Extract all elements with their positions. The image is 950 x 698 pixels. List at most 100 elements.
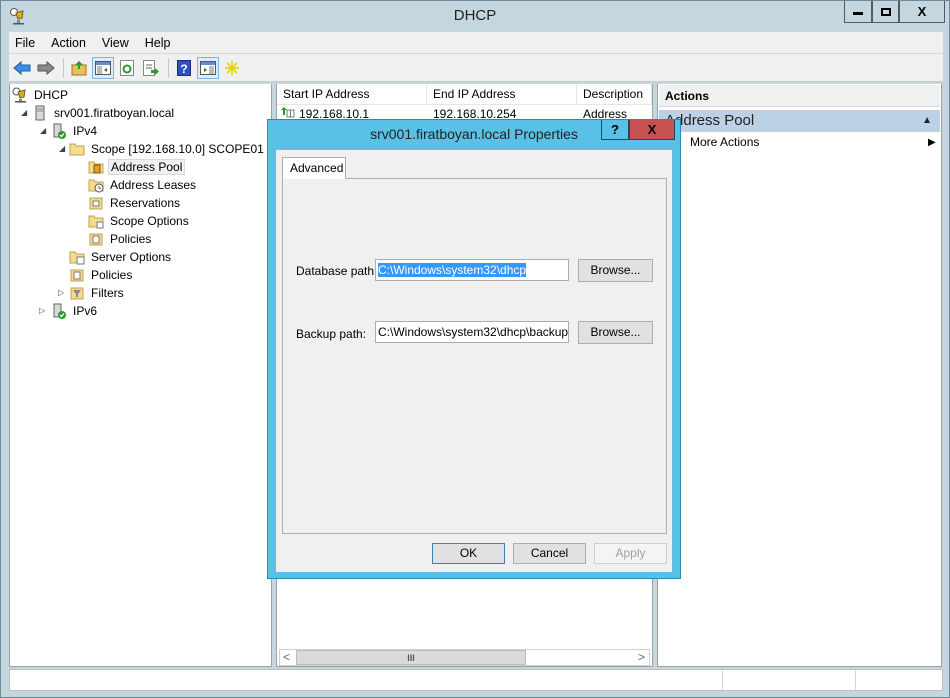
column-header-description[interactable]: Description (577, 84, 652, 105)
actions-pane: Actions Address Pool ▲ More Actions ▶ (657, 84, 942, 667)
maximize-button[interactable] (872, 1, 899, 23)
backup-path-value: C:\Windows\system32\dhcp\backup (378, 325, 569, 339)
tree-node-server-policies[interactable]: Policies (69, 266, 134, 283)
new-button[interactable] (221, 57, 243, 79)
tree-node-address-leases[interactable]: Address Leases (88, 176, 198, 193)
tree-label: Filters (91, 285, 124, 300)
scrollbar-grip-icon: III (407, 653, 415, 663)
show-hide-action-pane-button[interactable] (197, 56, 219, 79)
ipv6-server-icon (53, 303, 66, 319)
column-header-start-ip[interactable]: Start IP Address (277, 84, 427, 105)
tree-label: Policies (110, 231, 152, 246)
tree-label: IPv4 (73, 123, 98, 138)
menu-help[interactable]: Help (145, 36, 171, 50)
tab-panel-advanced: Database path: C:\Windows\system32\dhcp … (282, 178, 667, 534)
tree-label: Address Leases (110, 177, 197, 192)
tree-label: Policies (91, 267, 133, 282)
horizontal-scrollbar[interactable]: < III > (279, 649, 650, 666)
tree-node-scope-policies[interactable]: Policies (88, 230, 153, 247)
maximize-icon (880, 7, 891, 16)
menu-file[interactable]: File (15, 36, 35, 50)
collapse-toggle[interactable]: ◢ (59, 144, 65, 153)
tree-node-filters[interactable]: Filters (69, 284, 126, 301)
help-icon: ? (177, 59, 191, 76)
server-options-icon (69, 251, 85, 264)
tree-node-scope-options[interactable]: Scope Options (88, 212, 191, 229)
window-title: DHCP (453, 7, 497, 24)
actions-section-address-pool[interactable]: Address Pool ▲ (659, 110, 940, 132)
close-button[interactable]: X (899, 1, 945, 23)
dialog-help-button[interactable]: ? (601, 120, 629, 140)
tree-label: Scope Options (110, 213, 189, 228)
scope-options-icon (88, 215, 104, 228)
tree-node-address-pool[interactable]: Address Pool (88, 158, 186, 175)
up-one-level-button[interactable] (68, 57, 90, 79)
tree-node-server[interactable]: srv001.firatboyan.local (32, 104, 176, 121)
new-star-icon (225, 60, 239, 75)
properties-dialog: srv001.firatboyan.local Properties ? X A… (267, 119, 681, 579)
database-path-label: Database path: (296, 264, 378, 278)
collapse-up-icon: ▲ (922, 115, 932, 126)
expand-toggle[interactable]: ▷ (58, 288, 64, 297)
database-path-input[interactable]: C:\Windows\system32\dhcp (375, 259, 569, 281)
show-hide-console-tree-button[interactable] (92, 56, 114, 79)
tree-label: DHCP (34, 87, 69, 102)
console-tree: DHCP ◢ srv001.firatboyan.local ◢ IPv4 ◢ … (9, 84, 272, 667)
help-button[interactable]: ? (173, 57, 195, 79)
policies-icon (89, 233, 103, 245)
scroll-left-arrow-icon[interactable]: < (283, 650, 290, 664)
show-hide-console-tree-icon (95, 60, 111, 75)
tree-node-scope[interactable]: Scope [192.168.10.0] SCOPE01 (69, 140, 266, 157)
back-button[interactable] (11, 57, 33, 79)
cancel-button[interactable]: Cancel (513, 543, 586, 564)
refresh-icon (120, 59, 134, 76)
expand-toggle[interactable]: ▷ (39, 306, 45, 315)
menu-bar: File Action View Help (9, 32, 943, 54)
collapse-toggle[interactable]: ◢ (40, 126, 46, 135)
refresh-button[interactable] (116, 57, 138, 79)
action-more-actions[interactable]: More Actions (690, 135, 759, 149)
tab-advanced[interactable]: Advanced (282, 157, 346, 179)
backup-browse-button[interactable]: Browse... (578, 321, 653, 344)
address-pool-icon (88, 161, 104, 173)
help-icon: ? (611, 122, 619, 137)
collapse-toggle[interactable]: ◢ (21, 108, 27, 117)
folder-icon (69, 143, 85, 155)
menu-action[interactable]: Action (51, 36, 86, 50)
status-bar (9, 669, 943, 691)
policies-icon (70, 269, 84, 281)
back-arrow-icon (13, 60, 31, 75)
toolbar: ? (9, 54, 943, 82)
dialog-close-button[interactable]: X (629, 120, 675, 140)
dhcp-icon (12, 87, 26, 102)
address-leases-icon (88, 179, 104, 192)
tree-label: srv001.firatboyan.local (54, 105, 175, 120)
tree-node-reservations[interactable]: Reservations (88, 194, 182, 211)
close-icon: X (917, 4, 927, 19)
minimize-button[interactable] (844, 1, 872, 23)
ipv4-server-icon (53, 123, 66, 139)
tree-node-server-options[interactable]: Server Options (69, 248, 173, 265)
scrollbar-thumb[interactable]: III (296, 650, 526, 665)
tree-label: Server Options (91, 249, 172, 264)
tree-node-dhcp[interactable]: DHCP (12, 86, 70, 103)
backup-path-input[interactable]: C:\Windows\system32\dhcp\backup (375, 321, 569, 343)
status-divider (722, 670, 723, 690)
database-browse-button[interactable]: Browse... (578, 259, 653, 282)
export-list-button[interactable] (140, 57, 162, 79)
actions-header: Actions (659, 85, 940, 107)
tree-node-ipv6[interactable]: IPv6 (51, 302, 99, 319)
menu-view[interactable]: View (102, 36, 129, 50)
apply-button[interactable]: Apply (594, 543, 667, 564)
status-divider (855, 670, 856, 690)
tree-node-ipv4[interactable]: IPv4 (51, 122, 99, 139)
tree-label: IPv6 (73, 303, 98, 318)
forward-button[interactable] (35, 57, 57, 79)
svg-text:?: ? (180, 62, 187, 76)
scroll-right-arrow-icon[interactable]: > (638, 650, 645, 664)
ok-button[interactable]: OK (432, 543, 505, 564)
reservations-icon (89, 197, 103, 209)
column-header-end-ip[interactable]: End IP Address (427, 84, 577, 105)
title-bar: DHCP X (1, 1, 949, 31)
close-icon: X (647, 122, 657, 137)
